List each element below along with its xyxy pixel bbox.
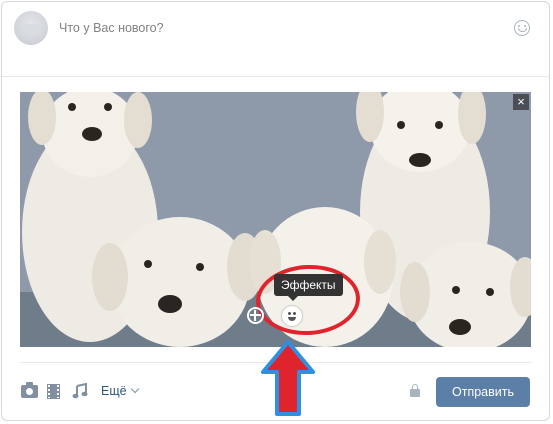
annotation-arrow: [261, 340, 315, 416]
composer-header: Что у Вас нового?: [2, 2, 549, 77]
music-icon[interactable]: [72, 383, 88, 399]
camera-icon[interactable]: [21, 382, 38, 398]
emoji-icon[interactable]: [514, 20, 530, 36]
lock-icon[interactable]: [410, 384, 420, 397]
effects-icon[interactable]: [282, 306, 302, 326]
video-icon[interactable]: [47, 384, 60, 399]
post-input[interactable]: Что у Вас нового?: [59, 21, 164, 35]
send-button[interactable]: Отправить: [436, 377, 530, 407]
more-link[interactable]: Ещё: [101, 384, 127, 398]
effects-tooltip: Эффекты: [274, 274, 343, 301]
close-icon[interactable]: ×: [513, 94, 529, 110]
add-icon[interactable]: [247, 307, 264, 324]
avatar[interactable]: [14, 11, 48, 45]
